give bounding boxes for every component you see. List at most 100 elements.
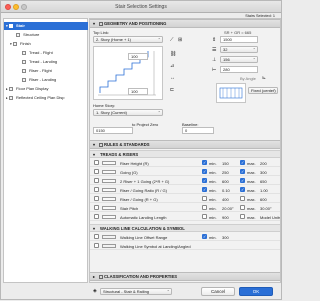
max-value[interactable]: 300 <box>260 170 267 175</box>
top-link-select[interactable]: 2. Story (Home + 1) <box>93 36 163 43</box>
zoom-window-icon[interactable] <box>21 4 27 10</box>
min-checkbox[interactable]: ✓ <box>202 178 207 183</box>
max-value[interactable]: 200 <box>260 161 267 166</box>
tree-item-label: Riser - Flight <box>29 68 52 73</box>
min-value[interactable]: 400 <box>222 197 229 202</box>
section-rules[interactable]: ▾ RULES & STANDARDS <box>90 140 280 149</box>
stair-width-field[interactable]: 280 <box>220 66 258 73</box>
max-checkbox[interactable]: ✓ <box>240 160 245 165</box>
max-value[interactable]: 30.00° <box>260 206 272 211</box>
riser-count-field[interactable]: 32 <box>220 46 258 53</box>
max-value[interactable]: 650 <box>260 179 267 184</box>
max-checkbox[interactable] <box>240 196 245 201</box>
subsection-title: WALKING LINE CALCULATION & SYMBOL <box>100 226 185 231</box>
tree-item-riser-flight[interactable]: Riser - Flight <box>4 67 88 75</box>
tree-item-reflected-ceiling[interactable]: ▸ Reflected Ceiling Plan Disp <box>4 94 88 102</box>
rule-checkbox[interactable] <box>94 178 99 183</box>
home-story-select[interactable]: 1. Story (Current) <box>93 109 163 116</box>
height-offset-bottom-field[interactable]: 100 <box>128 88 148 95</box>
chevron-right-icon[interactable]: ▸ <box>6 96 8 100</box>
chevron-down-icon[interactable]: ▾ <box>93 20 95 28</box>
width-icon[interactable]: ↔ <box>170 75 175 81</box>
tree-item-structure[interactable]: Structure <box>4 31 88 39</box>
chevron-right-icon[interactable]: ▸ <box>6 87 8 91</box>
max-checkbox[interactable] <box>240 214 245 219</box>
chevron-down-icon[interactable]: ▾ <box>93 151 95 158</box>
by-angle-label: By Angle <box>240 76 256 81</box>
walking-symbol-icon <box>102 244 116 248</box>
walking-offset-icon <box>102 235 116 239</box>
close-window-icon[interactable] <box>5 4 11 10</box>
tree-item-finish[interactable]: ▾ Finish <box>4 40 88 48</box>
max-value[interactable]: 600 <box>260 197 267 202</box>
total-height-icon: ⇕ <box>212 37 217 43</box>
project-zero-field[interactable]: 0150 <box>93 127 133 134</box>
max-value[interactable]: Model Units <box>260 215 280 220</box>
min-checkbox[interactable]: ✓ <box>202 169 207 174</box>
minimize-window-icon[interactable] <box>13 4 19 10</box>
max-value[interactable]: 1.00 <box>260 188 268 193</box>
chevron-right-icon[interactable]: ▸ <box>93 273 95 281</box>
rule-label: Going (G) <box>120 169 138 175</box>
chevron-down-icon[interactable]: ▾ <box>6 24 8 28</box>
link-chain-icon[interactable]: ⛓ <box>170 51 176 57</box>
rule-row: Riser Height (R) ✓ min. 150 ✓ max. 200 <box>90 159 280 167</box>
rule-checkbox[interactable] <box>94 243 99 248</box>
tree-item-floor-plan-display[interactable]: ▸ Floor Plan Display <box>4 85 88 93</box>
min-checkbox[interactable] <box>202 214 207 219</box>
tree-item-label: Finish <box>20 41 31 46</box>
rule-checkbox[interactable] <box>94 160 99 165</box>
rule-checkbox[interactable] <box>94 187 99 192</box>
cancel-button[interactable]: Cancel <box>201 287 235 296</box>
walking-line-head[interactable]: ▾ WALKING LINE CALCULATION & SYMBOL <box>90 224 280 232</box>
min-value[interactable]: 20.00° <box>222 206 234 211</box>
max-label: max. <box>247 178 256 184</box>
min-value[interactable]: 300 <box>222 235 229 240</box>
tree-item-riser-landing[interactable]: Riser - Landing <box>4 76 88 84</box>
treads-risers-head[interactable]: ▾ TREADS & RISERS <box>90 150 280 158</box>
height-offset-top-field[interactable]: 100 <box>128 53 148 60</box>
rule-checkbox[interactable] <box>94 214 99 219</box>
min-checkbox[interactable] <box>202 196 207 201</box>
min-value[interactable]: 600 <box>222 179 229 184</box>
max-label: max. <box>247 187 256 193</box>
max-checkbox[interactable]: ✓ <box>240 187 245 192</box>
min-value[interactable]: 150 <box>222 161 229 166</box>
min-checkbox[interactable]: ✓ <box>202 234 207 239</box>
flight-icon[interactable]: ⊏ <box>170 87 174 93</box>
tree-item-tread-landing[interactable]: Tread - Landing <box>4 58 88 66</box>
riser-height-field[interactable]: 156 <box>220 56 258 63</box>
going-icon[interactable]: ⊿ <box>170 63 174 69</box>
tree-item-label: Stair <box>16 23 25 28</box>
total-height-field[interactable]: 1500 <box>220 36 258 43</box>
ok-button[interactable]: OK <box>239 287 273 296</box>
rule-checkbox[interactable] <box>94 196 99 201</box>
min-value[interactable]: 900 <box>222 215 229 220</box>
rule-checkbox[interactable] <box>94 205 99 210</box>
max-checkbox[interactable] <box>240 205 245 210</box>
section-geometry[interactable]: ▾ GEOMETRY AND POSITIONING <box>90 19 280 28</box>
rule-checkbox[interactable] <box>94 234 99 239</box>
chevron-down-icon[interactable]: ▾ <box>93 141 95 149</box>
rule-label: 2 Riser + 1 Going (2*R + G) <box>120 178 170 184</box>
chevron-down-icon[interactable]: ▾ <box>10 42 12 46</box>
baseline-field[interactable]: 0 <box>182 127 214 134</box>
section-classification[interactable]: ▸ CLASSIFICATION AND PROPERTIES <box>90 272 280 281</box>
angle-icon[interactable]: ⊾ <box>262 75 266 81</box>
anchor-select[interactable]: Fixed (center) <box>248 87 278 94</box>
max-checkbox[interactable]: ✓ <box>240 178 245 183</box>
max-checkbox[interactable]: ✓ <box>240 169 245 174</box>
min-value[interactable]: 0.10 <box>222 188 230 193</box>
min-checkbox[interactable]: ✓ <box>202 160 207 165</box>
min-checkbox[interactable]: ✓ <box>202 187 207 192</box>
stair-shape-icon[interactable]: ⊞ <box>178 37 182 43</box>
tree-item-stair[interactable]: ▾ Stair <box>4 22 88 30</box>
layer-select[interactable]: Structural - Stair & Railing <box>100 288 172 295</box>
min-value[interactable]: 250 <box>222 170 229 175</box>
rule-diagram-icon <box>102 206 116 210</box>
tree-item-tread-flight[interactable]: Tread - Flight <box>4 49 88 57</box>
stair-type-icon[interactable]: ⟋ <box>170 37 174 43</box>
rule-checkbox[interactable] <box>94 169 99 174</box>
min-checkbox[interactable] <box>202 205 207 210</box>
chevron-down-icon[interactable]: ▾ <box>93 225 95 232</box>
